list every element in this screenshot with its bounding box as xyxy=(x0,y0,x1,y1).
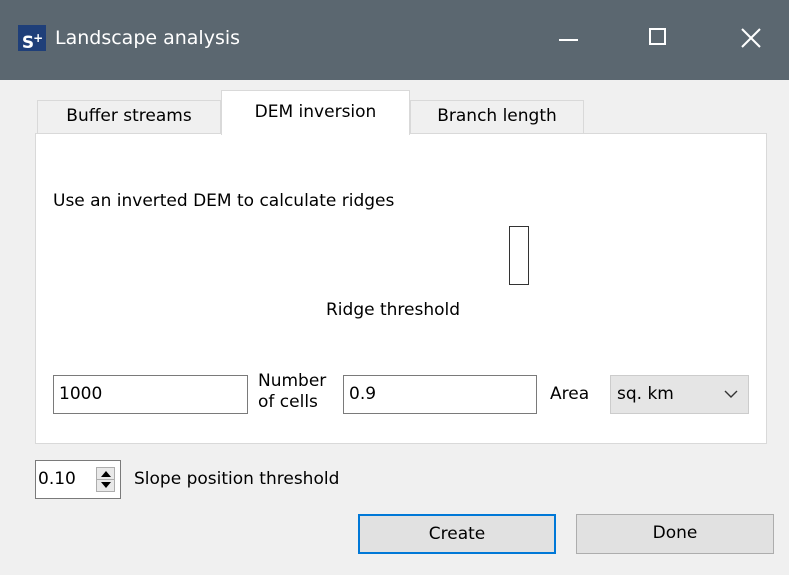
tab-dem-inversion[interactable]: DEM inversion xyxy=(221,90,410,135)
area-label: Area xyxy=(550,384,590,404)
landscape-analysis-window: S+ Landscape analysis Buffer streams DEM… xyxy=(0,0,789,575)
number-of-cells-input[interactable]: 1000 xyxy=(53,375,248,414)
number-of-cells-label-line1: Number xyxy=(258,371,327,391)
spin-down-icon[interactable] xyxy=(101,482,111,488)
spin-up-icon[interactable] xyxy=(101,471,111,477)
minimize-button[interactable] xyxy=(538,0,598,80)
tab-branch-length[interactable]: Branch length xyxy=(410,100,584,134)
minimize-icon xyxy=(559,39,578,41)
window-title: Landscape analysis xyxy=(55,27,241,49)
ridge-threshold-label: Ridge threshold xyxy=(326,300,461,320)
inverted-dem-checkbox[interactable] xyxy=(509,226,529,285)
area-unit-value: sq. km xyxy=(617,384,674,404)
maximize-icon xyxy=(649,28,666,45)
dem-inversion-panel: Use an inverted DEM to calculate ridges … xyxy=(35,133,767,444)
close-button[interactable] xyxy=(720,0,780,80)
number-of-cells-label-line2: of cells xyxy=(258,392,318,412)
title-bar[interactable]: S+ Landscape analysis xyxy=(0,0,789,80)
app-icon-letter: S xyxy=(21,33,34,53)
area-input[interactable]: 0.9 xyxy=(343,375,537,414)
inverted-dem-description: Use an inverted DEM to calculate ridges xyxy=(53,191,395,211)
spin-buttons[interactable] xyxy=(96,467,115,492)
spin-divider xyxy=(97,479,114,480)
app-icon-plus: + xyxy=(33,31,43,45)
app-icon: S+ xyxy=(18,25,46,53)
chevron-down-icon xyxy=(724,390,738,398)
maximize-button[interactable] xyxy=(627,0,687,80)
slope-threshold-value: 0.10 xyxy=(38,469,76,489)
slope-threshold-spinbox[interactable]: 0.10 xyxy=(35,460,121,499)
create-button[interactable]: Create xyxy=(358,514,556,554)
slope-threshold-label: Slope position threshold xyxy=(134,469,340,489)
area-unit-select[interactable]: sq. km xyxy=(610,375,749,414)
number-of-cells-label: Number of cells xyxy=(258,371,326,413)
tab-buffer-streams[interactable]: Buffer streams xyxy=(37,100,221,134)
close-icon xyxy=(741,28,761,48)
done-button[interactable]: Done xyxy=(576,514,774,554)
